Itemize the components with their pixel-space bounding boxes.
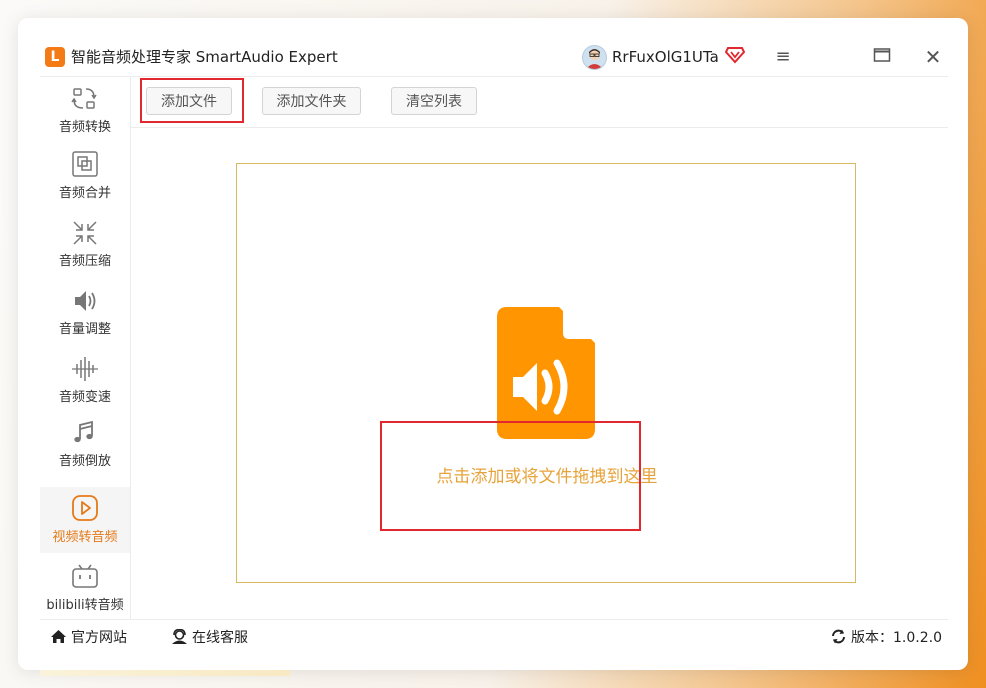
toolbar: 添加文件 添加文件夹 清空列表 xyxy=(131,76,948,128)
audio-compress-icon xyxy=(73,221,97,245)
music-note-icon xyxy=(74,420,93,443)
add-folder-button[interactable]: 添加文件夹 xyxy=(262,87,361,115)
user-avatar[interactable] xyxy=(582,45,607,70)
version-info[interactable]: 版本：1.0.2.0 xyxy=(830,629,942,647)
sidebar-item-label: bilibili转音频 xyxy=(46,598,124,613)
sidebar-item-label: 音频转换 xyxy=(58,120,111,135)
website-label: 官方网站 xyxy=(71,630,127,646)
sidebar-item-audio-merge[interactable]: 音频合并 xyxy=(40,143,130,209)
app-window: L 智能音频处理专家 SmartAudio Expert RrFuxOlG1UT… xyxy=(18,18,968,670)
support-link[interactable]: 在线客服 xyxy=(171,629,248,647)
sidebar: 音频转换 音频合并 音频压缩 音量调整 音频变速 音频倒放 视频转音频 bili… xyxy=(40,76,131,620)
username[interactable]: RrFuxOlG1UTa xyxy=(612,47,719,67)
sidebar-item-audio-reverse[interactable]: 音频倒放 xyxy=(40,411,130,477)
highlight-box xyxy=(140,78,244,123)
sidebar-item-label: 音量调整 xyxy=(58,322,111,337)
audio-merge-icon xyxy=(72,151,98,177)
highlight-box xyxy=(380,421,641,531)
sidebar-item-label: 音频倒放 xyxy=(58,454,111,469)
menu-icon[interactable]: ≡ xyxy=(772,47,794,67)
sidebar-item-audio-compress[interactable]: 音频压缩 xyxy=(40,211,130,277)
sidebar-item-label: 音频压缩 xyxy=(58,254,111,269)
refresh-icon xyxy=(832,629,845,644)
version-label: 版本：1.0.2.0 xyxy=(851,630,942,646)
sidebar-item-label: 音频合并 xyxy=(58,186,111,201)
sidebar-item-volume[interactable]: 音量调整 xyxy=(40,279,130,345)
sidebar-item-audio-speed[interactable]: 音频变速 xyxy=(40,347,130,413)
customer-service-icon xyxy=(172,629,187,644)
support-label: 在线客服 xyxy=(192,630,248,646)
home-icon xyxy=(51,630,66,643)
background-strip xyxy=(40,670,290,676)
app-title: 智能音频处理专家 SmartAudio Expert xyxy=(71,48,338,66)
sidebar-item-bilibili[interactable]: bilibili转音频 xyxy=(40,555,130,621)
clear-list-button[interactable]: 清空列表 xyxy=(391,87,477,115)
close-icon[interactable]: ✕ xyxy=(922,47,944,67)
app-logo-icon: L xyxy=(45,47,65,67)
audio-convert-icon xyxy=(71,88,97,109)
status-bar: 官方网站 在线客服 版本：1.0.2.0 xyxy=(40,619,948,656)
maximize-icon[interactable] xyxy=(871,47,893,67)
bilibili-tv-icon xyxy=(72,564,98,588)
sidebar-item-audio-convert[interactable]: 音频转换 xyxy=(40,77,130,143)
website-link[interactable]: 官方网站 xyxy=(50,629,127,647)
sidebar-item-video-to-audio[interactable]: 视频转音频 xyxy=(40,487,130,553)
audio-file-icon xyxy=(497,307,595,439)
volume-icon xyxy=(75,291,96,311)
sidebar-item-label: 音频变速 xyxy=(58,390,111,405)
sidebar-item-label: 视频转音频 xyxy=(52,530,118,545)
audio-speed-icon xyxy=(72,357,98,381)
video-play-icon xyxy=(72,495,98,521)
title-bar: L 智能音频处理专家 SmartAudio Expert RrFuxOlG1UT… xyxy=(18,18,968,76)
vip-diamond-icon[interactable] xyxy=(724,46,746,64)
